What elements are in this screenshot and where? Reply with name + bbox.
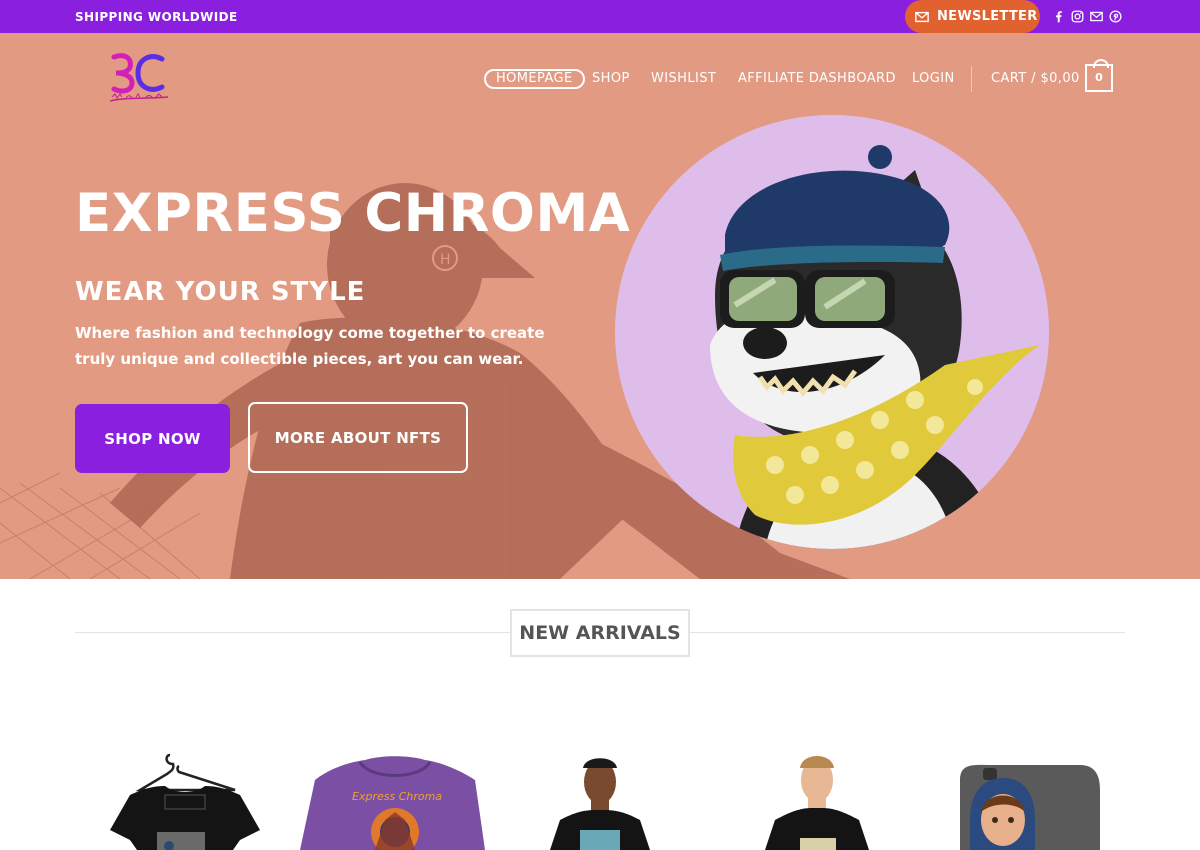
nav-item-wishlist[interactable]: WISHLIST [651, 71, 716, 86]
pinterest-icon[interactable] [1107, 8, 1123, 24]
man-in-tshirt-image [550, 758, 650, 850]
site-logo[interactable] [106, 51, 172, 107]
product-card[interactable] [720, 750, 920, 850]
product-card[interactable] [935, 750, 1135, 850]
more-about-nfts-button[interactable]: MORE ABOUT NFTS [248, 402, 468, 473]
product-card[interactable]: Express Chroma [290, 750, 490, 850]
nav-item-login[interactable]: LOGIN [912, 71, 955, 86]
product-card[interactable] [75, 750, 275, 850]
nav-item-homepage[interactable]: HOMEPAGE [484, 69, 585, 89]
svg-text:Express Chroma: Express Chroma [352, 790, 442, 803]
newsletter-button[interactable]: NEWSLETTER [905, 0, 1040, 33]
nav-item-shop[interactable]: SHOP [592, 71, 630, 86]
cart-count-badge[interactable]: 0 [1085, 59, 1113, 92]
hero-subtitle: WEAR YOUR STYLE [75, 277, 366, 307]
instagram-icon[interactable] [1069, 8, 1085, 24]
nft-artwork [615, 115, 1049, 549]
nft-dog-illustration [710, 145, 1040, 549]
shop-now-button[interactable]: SHOP NOW [75, 404, 230, 473]
top-bar: SHIPPING WORLDWIDE NEWSLETTER [0, 0, 1200, 33]
newsletter-label: NEWSLETTER [937, 9, 1038, 24]
black-tshirt-image [110, 753, 260, 850]
facebook-icon[interactable] [1050, 8, 1066, 24]
envelope-icon [915, 11, 929, 22]
svg-text:H: H [440, 252, 451, 268]
backpack-image [960, 764, 1100, 850]
shipping-text: SHIPPING WORLDWIDE [75, 10, 238, 24]
nav-divider [971, 66, 972, 92]
new-arrivals-heading: NEW ARRIVALS [510, 609, 690, 657]
nav-item-affiliate-dashboard[interactable]: AFFILIATE DASHBOARD [738, 71, 896, 86]
email-icon[interactable] [1088, 8, 1104, 24]
hero-description: Where fashion and technology come togeth… [75, 324, 545, 368]
hero-section: H HOMEPAGE SHOP WISHLIST AFFILIATE DASHB… [0, 33, 1200, 579]
purple-hoodie-image: Express Chroma [300, 756, 485, 850]
cart-link[interactable]: CART / $0,00 [991, 71, 1080, 86]
man-in-tshirt-image [765, 756, 869, 850]
hero-title: EXPRESS CHROMA [75, 183, 631, 244]
product-card[interactable] [505, 750, 705, 850]
